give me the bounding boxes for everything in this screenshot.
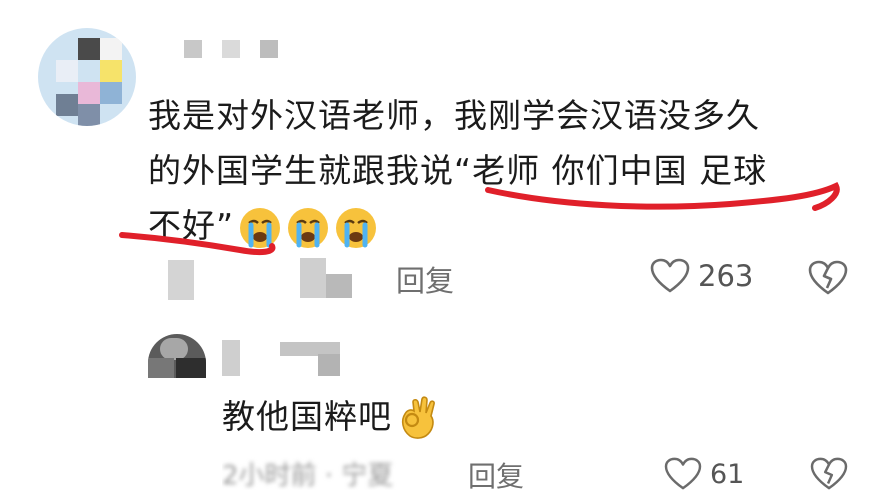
- commenter-avatar[interactable]: [38, 28, 136, 126]
- heart-icon: [664, 457, 702, 490]
- emoji-group: [238, 206, 378, 250]
- crying-face-icon: [240, 207, 281, 248]
- reply-text: 教他国粹吧: [222, 392, 442, 442]
- reply-meta-row: 2小时前 · 宁夏 回复 61: [222, 455, 862, 490]
- reply-time-location: 2小时前 · 宁夏: [222, 461, 394, 490]
- broken-heart-icon[interactable]: [808, 260, 848, 296]
- like-count: 263: [698, 259, 754, 293]
- reply-avatar[interactable]: [148, 334, 206, 378]
- comment-line-3-text: 不好”: [148, 206, 235, 245]
- reply-like-count: 61: [710, 458, 745, 490]
- comment-line-3: 不好”: [148, 198, 838, 253]
- comment-line-2: 的外国学生就跟我说“老师 你们中国 足球: [148, 151, 768, 190]
- comment-line-1: 我是对外汉语老师，我刚学会汉语没多久: [148, 96, 760, 135]
- reply-text-content: 教他国粹吧: [222, 397, 392, 436]
- time-location-blurred: [300, 258, 326, 298]
- like-button[interactable]: 263: [650, 258, 753, 294]
- time-location-blurred: [326, 274, 352, 298]
- crying-face-icon: [336, 207, 377, 248]
- reply-reply-button[interactable]: 回复: [468, 455, 524, 490]
- comment-meta-row: 回复 263: [160, 252, 860, 304]
- comment-text: 我是对外汉语老师，我刚学会汉语没多久 的外国学生就跟我说“老师 你们中国 足球 …: [148, 88, 838, 253]
- broken-heart-icon[interactable]: [810, 457, 848, 490]
- reply-username[interactable]: [222, 340, 342, 376]
- time-location-blurred: [168, 260, 194, 300]
- reply-button[interactable]: 回复: [396, 258, 454, 300]
- heart-icon: [650, 258, 690, 293]
- commenter-username[interactable]: [184, 40, 278, 58]
- ok-hand-icon: [401, 396, 435, 439]
- reply-like-button[interactable]: 61: [664, 457, 744, 490]
- crying-face-icon: [288, 207, 329, 248]
